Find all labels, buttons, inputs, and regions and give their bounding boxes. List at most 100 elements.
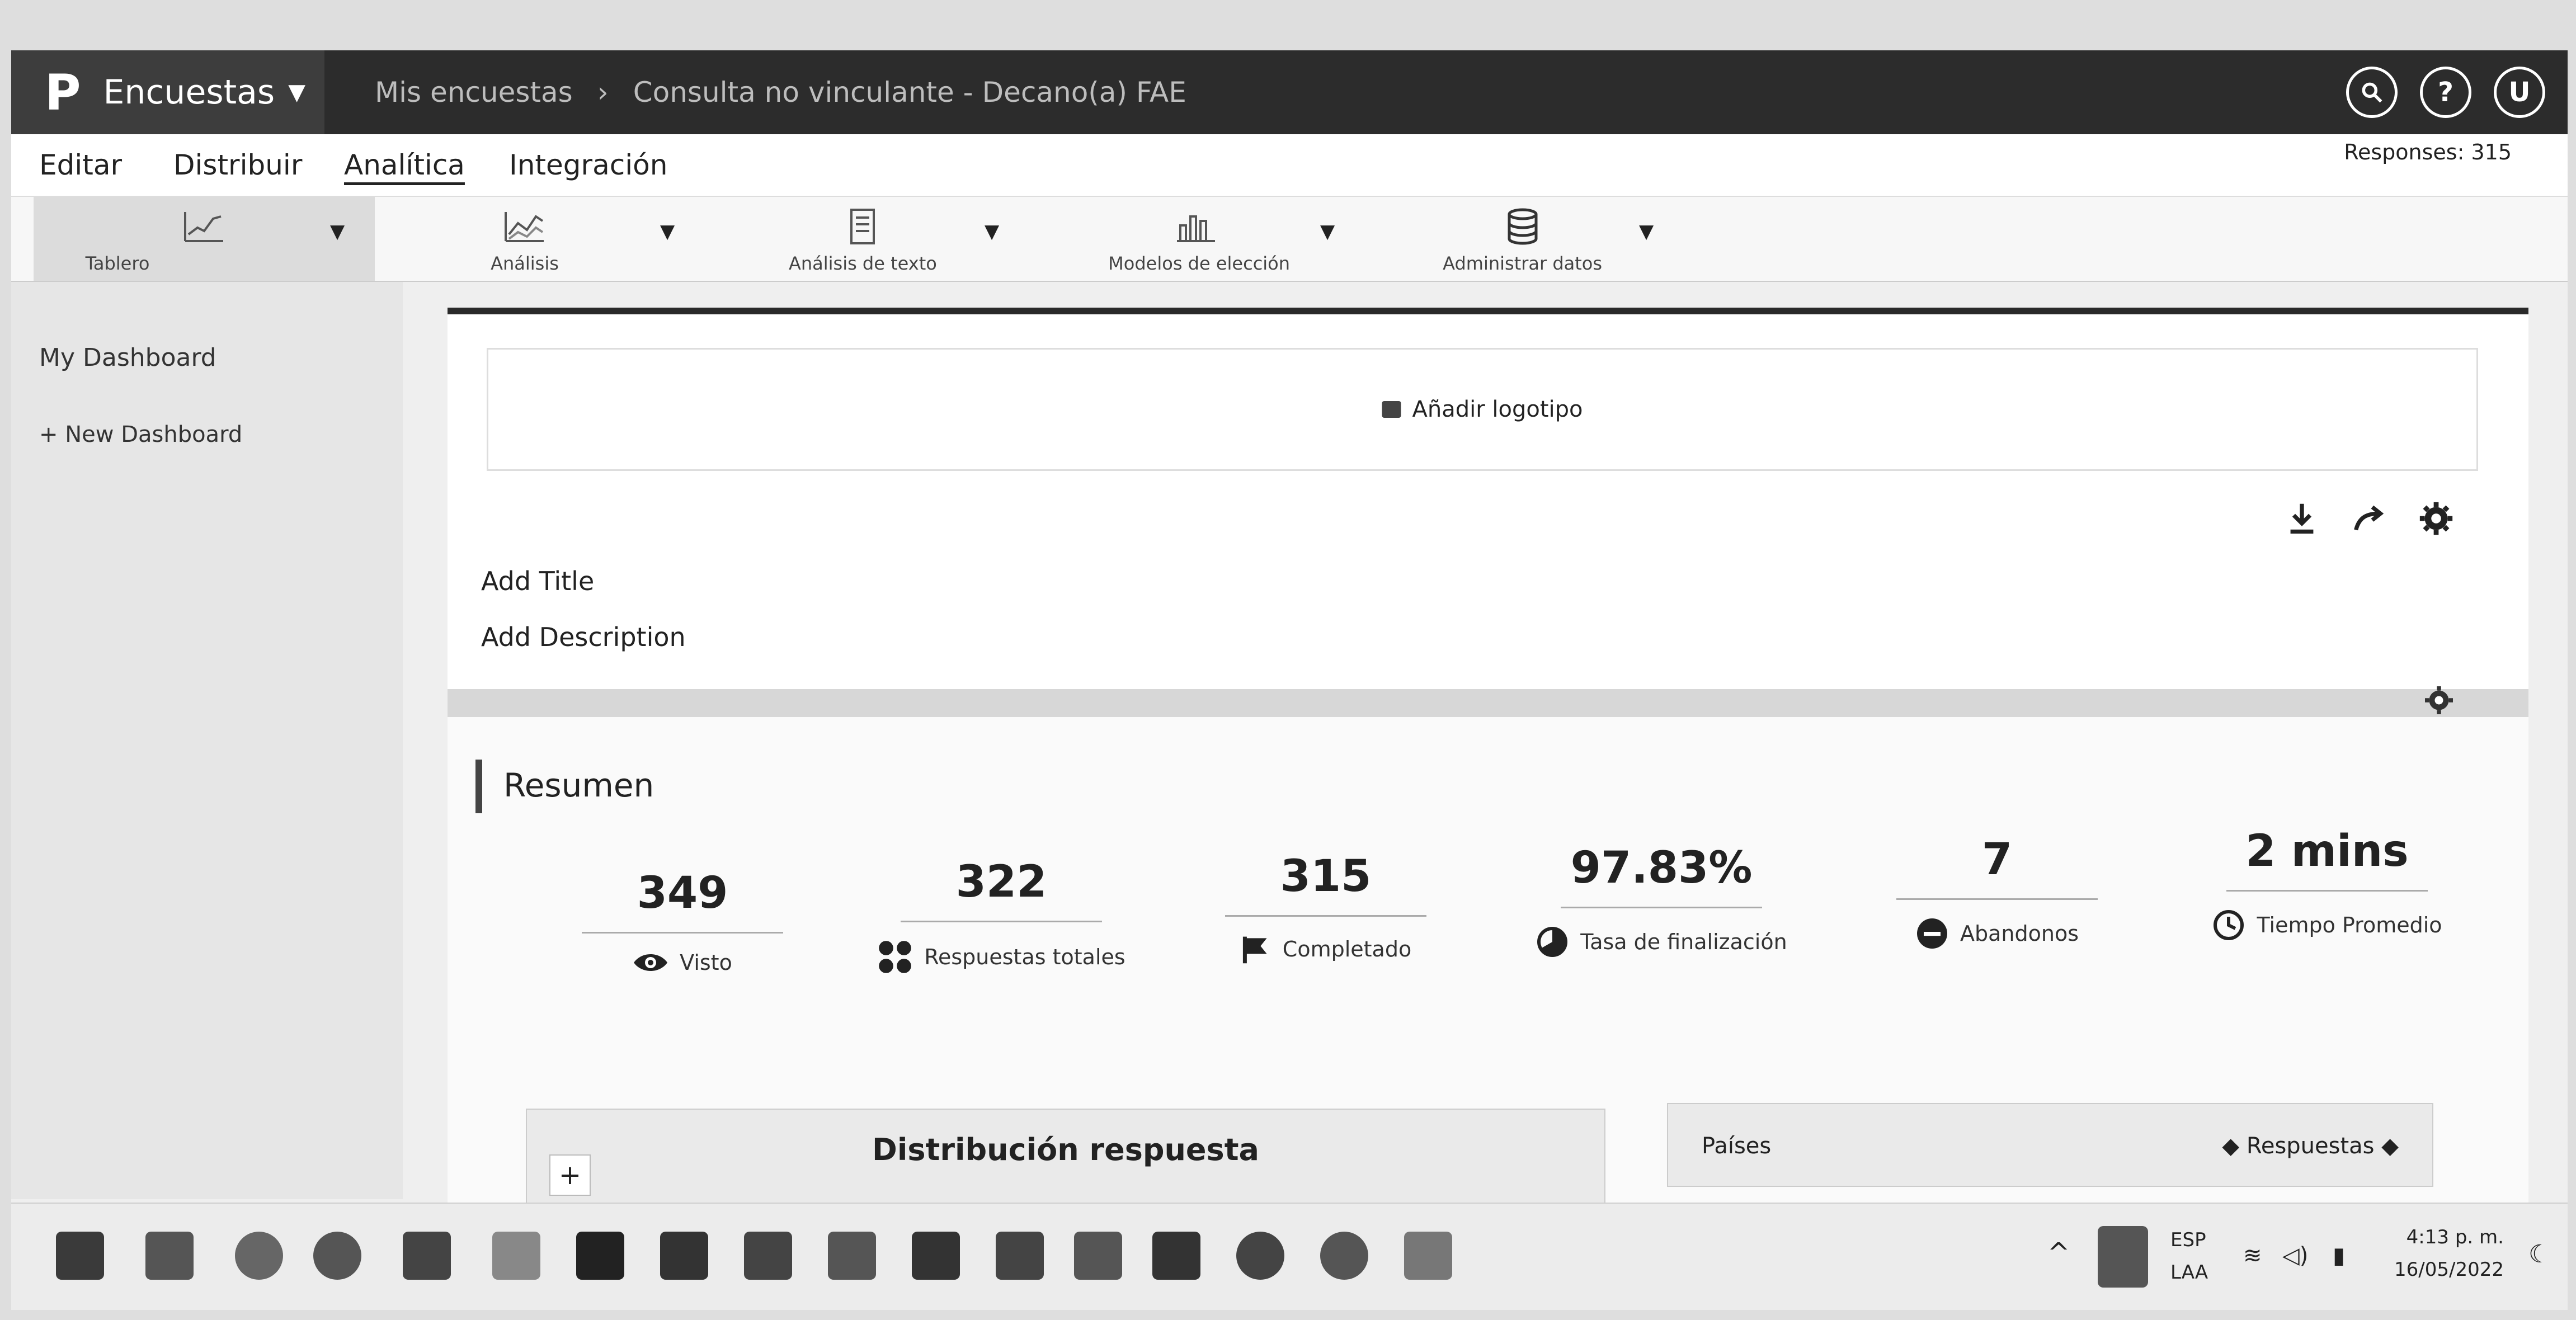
qualtrics-logo: P [45,63,81,121]
battery-icon[interactable]: ▮ [2333,1243,2345,1269]
nav-analitica[interactable]: Analítica [344,134,465,196]
spotify-icon[interactable] [1320,1232,1368,1280]
stat-label: Completado [1282,937,1412,961]
chevron-down-icon[interactable]: ▼ [1320,220,1335,243]
word-icon[interactable] [660,1232,708,1280]
dashboard-sidebar: My Dashboard + New Dashboard [11,282,403,1199]
volume-icon[interactable]: ◁) [2282,1243,2308,1269]
keyboard-layout: LAA [2170,1261,2208,1284]
outlook-icon[interactable] [403,1232,451,1280]
snipping-tool-icon[interactable] [1404,1232,1452,1280]
stat-rule [582,932,783,934]
add-description-field[interactable]: Add Description [481,622,686,652]
top-bar: P Encuestas ▼ Mis encuestas › Consulta n… [11,50,2568,134]
flag-icon [1242,936,1267,964]
zoom-in-button[interactable]: + [549,1154,591,1196]
new-dashboard-button[interactable]: + New Dashboard [39,422,242,447]
nav-editar[interactable]: Editar [39,134,122,196]
camera-icon[interactable] [1236,1232,1284,1280]
tool-label: Administrar datos [1443,253,1603,274]
tool-label: Análisis de texto [788,253,937,274]
terminal-icon[interactable] [576,1232,624,1280]
chart-line-icon [184,212,223,242]
tool-modelos-eleccion[interactable]: Modelos de elección ▼ [1074,197,1365,281]
column-header-responses-label: Respuestas [2246,1133,2375,1159]
notifications-icon[interactable]: ☾ [2528,1240,2550,1269]
add-logo-label: Añadir logotipo [1412,397,1583,422]
plus-icon: + [39,422,65,447]
stat-rule [901,921,1102,922]
app-icon[interactable] [492,1232,540,1280]
add-title-field[interactable]: Add Title [481,566,594,596]
acrobat-icon[interactable] [996,1232,1044,1280]
tool-label: Análisis [491,253,559,274]
publisher-icon[interactable] [828,1232,876,1280]
microphone-icon[interactable] [2098,1226,2148,1288]
tool-analisis[interactable]: Análisis ▼ [431,197,699,281]
stat-completado: 315 Completado [1197,851,1454,965]
stat-tiempo-promedio: 2 mins Tiempo Promedio [2198,826,2456,942]
stat-value: 315 [1280,851,1372,902]
onenote-icon[interactable] [1152,1232,1200,1280]
stat-label: Visto [680,950,732,975]
summary-title: Resumen [503,766,654,804]
tool-analisis-texto[interactable]: Análisis de texto ▼ [761,197,1029,281]
breadcrumb: Mis encuestas › Consulta no vinculante -… [375,50,1211,134]
language-indicator[interactable]: ESP LAA [2170,1229,2208,1284]
chevron-down-icon[interactable]: ▼ [660,220,675,243]
download-icon[interactable] [2282,499,2321,538]
analytics-toolbar: Tablero ▼ Análisis ▼ Análisis de texto ▼… [11,197,2568,282]
user-avatar[interactable]: U [2494,67,2545,118]
new-dashboard-label: New Dashboard [65,422,243,447]
add-logo-area[interactable]: Añadir logotipo [487,348,2478,471]
chrome-icon[interactable] [235,1232,283,1280]
time-text: 4:13 p. m. [2406,1226,2504,1248]
product-switcher[interactable]: P Encuestas ▼ [11,50,324,134]
image-icon [1382,401,1401,418]
tool-administrar-datos[interactable]: Administrar datos ▼ [1410,197,1678,281]
column-header-responses[interactable]: ◆ Respuestas ◆ [2222,1133,2399,1159]
excel-icon[interactable] [912,1232,960,1280]
breadcrumb-my-surveys[interactable]: Mis encuestas [375,76,573,109]
nav-distribuir[interactable]: Distribuir [173,134,302,196]
document-icon [850,209,875,244]
sidebar-title[interactable]: My Dashboard [39,343,216,372]
stat-value: 349 [637,868,728,918]
teams-icon[interactable] [1074,1232,1122,1280]
minus-circle-icon [1917,918,1947,949]
search-icon[interactable] [2346,67,2398,118]
tool-tablero[interactable]: Tablero ▼ [34,197,375,281]
responses-count: Responses: 315 [2344,140,2512,164]
column-header-countries[interactable]: Países [1702,1133,1771,1159]
stat-rule [1561,907,1762,908]
chevron-up-icon[interactable]: ^ [2047,1237,2070,1269]
gear-icon[interactable] [2417,499,2456,538]
bar-chart-icon [1177,215,1216,242]
clock-display[interactable]: 4:13 p. m. 16/05/2022 [2394,1226,2504,1281]
chevron-down-icon: ▼ [288,79,305,105]
database-icon [1508,208,1538,245]
chevron-down-icon[interactable]: ▼ [1639,220,1654,243]
share-icon[interactable] [2349,499,2389,538]
powerpoint-icon[interactable] [744,1232,792,1280]
date-text: 16/05/2022 [2394,1258,2504,1281]
windows-taskbar: ^ ESP LAA ≋ ◁) ▮ 4:13 p. m. 16/05/2022 ☾ [11,1203,2568,1310]
windows-start-icon[interactable] [56,1232,104,1280]
chevron-down-icon[interactable]: ▼ [330,220,345,243]
chevron-down-icon[interactable]: ▼ [985,220,999,243]
stat-value: 7 [1981,835,2013,885]
section-divider [448,689,2528,717]
stat-label: Abandonos [1960,921,2079,946]
clock-icon [2214,910,2244,940]
gear-icon[interactable] [2422,683,2456,717]
breadcrumb-survey-name[interactable]: Consulta no vinculante - Decano(a) FAE [633,76,1186,109]
nav-integracion[interactable]: Integración [509,134,667,196]
monitor-icon[interactable] [145,1232,194,1280]
browser-icon[interactable] [313,1232,361,1280]
wifi-icon[interactable]: ≋ [2243,1243,2262,1269]
stat-label: Tasa de finalización [1580,930,1787,954]
title-accent-bar [475,760,482,813]
table-header: Países ◆ Respuestas ◆ [1668,1104,2432,1188]
help-button[interactable]: ? [2420,67,2471,118]
stat-value: 2 mins [2245,826,2409,876]
